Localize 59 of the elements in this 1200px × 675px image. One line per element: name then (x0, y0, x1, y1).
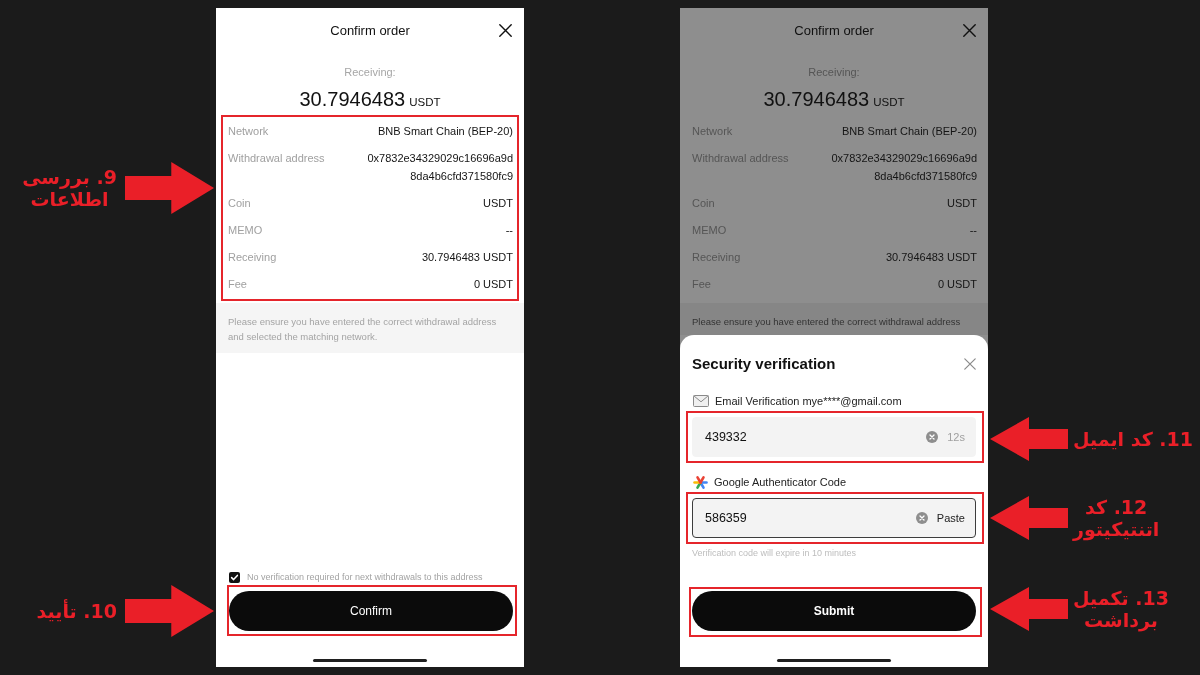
detail-label: Receiving (692, 249, 741, 265)
field-label: Google Authenticator Code (714, 476, 847, 488)
detail-value: 30.7946483 USDT (885, 249, 977, 265)
detail-value: 0x7832e34329029c16696a9d8da4b6cfd371580fc9 (366, 150, 513, 184)
detail-label: Withdrawal address (692, 150, 789, 166)
detail-value: USDT (947, 195, 977, 211)
detail-label: Receiving (228, 249, 277, 265)
detail-label: Network (692, 123, 733, 139)
checkbox[interactable] (229, 571, 240, 583)
notice-text: Please ensure you have entered the correct withdrawal address (680, 303, 988, 335)
notice-text: Please ensure you have entered the correct withdrawal address and selected the matching network. (216, 303, 524, 353)
detail-value: -- (505, 222, 513, 238)
amount-unit: USDT (873, 95, 905, 110)
countdown-timer: 12s (947, 431, 965, 443)
arrow-icon (990, 496, 1068, 540)
screen-title: Confirm order (794, 22, 874, 38)
callout-text: 11. کد ایمیل (1073, 428, 1194, 450)
amount-value: 30.7946483 (299, 87, 406, 112)
detail-value: 0 USDT (937, 276, 977, 292)
detail-value: BNB Smart Chain (BEP-20) (841, 123, 977, 139)
detail-label: Withdrawal address (228, 150, 325, 166)
checkbox-label: No verification required for next withdrawals to this address (247, 572, 483, 582)
arrow-icon (990, 587, 1068, 631)
authenticator-icon (693, 474, 708, 490)
detail-value: 30.7946483 USDT (421, 249, 513, 265)
submit-button[interactable]: Submit (692, 591, 976, 631)
detail-label: Fee (228, 276, 247, 292)
callout-text: 12. کد اتنتیکیتور (1073, 496, 1160, 540)
sheet-title: Security verification (692, 355, 836, 372)
close-icon[interactable] (499, 23, 512, 37)
detail-value: USDT (483, 195, 513, 211)
hint-text: Verification code will expire in 10 minutes (692, 547, 858, 559)
clear-icon[interactable] (915, 512, 928, 524)
arrow-icon (990, 417, 1068, 461)
arrow-icon (125, 585, 214, 637)
amount-unit: USDT (409, 95, 441, 110)
amount-value: 30.7946483 (763, 87, 870, 112)
paste-button[interactable]: Paste (936, 512, 965, 524)
field-label: Email Verification mye****@gmail.com (715, 395, 902, 407)
detail-value: -- (969, 222, 977, 238)
detail-value: 0 USDT (473, 276, 513, 292)
callout-text: 13. تکمیل برداشت (1073, 587, 1169, 631)
detail-label: Fee (692, 276, 711, 292)
callout-text: 10. تأیید (36, 600, 117, 622)
screen-title: Confirm order (330, 22, 410, 38)
callout-text: 9. بررسی اطلاعات (22, 166, 117, 210)
close-icon[interactable] (963, 23, 976, 37)
receiving-label: Receiving: (344, 65, 396, 79)
envelope-icon (693, 395, 709, 407)
detail-value: 0x7832e34329029c16696a9d8da4b6cfd371580fc9 (830, 150, 977, 184)
detail-label: Network (228, 123, 269, 139)
detail-label: MEMO (228, 222, 263, 238)
receiving-label: Receiving: (808, 65, 860, 79)
confirm-button[interactable]: Confirm (229, 591, 513, 631)
clear-icon[interactable] (926, 431, 939, 443)
detail-label: Coin (228, 195, 251, 211)
detail-label: MEMO (692, 222, 727, 238)
arrow-icon (125, 162, 214, 214)
detail-value: BNB Smart Chain (BEP-20) (377, 123, 513, 139)
